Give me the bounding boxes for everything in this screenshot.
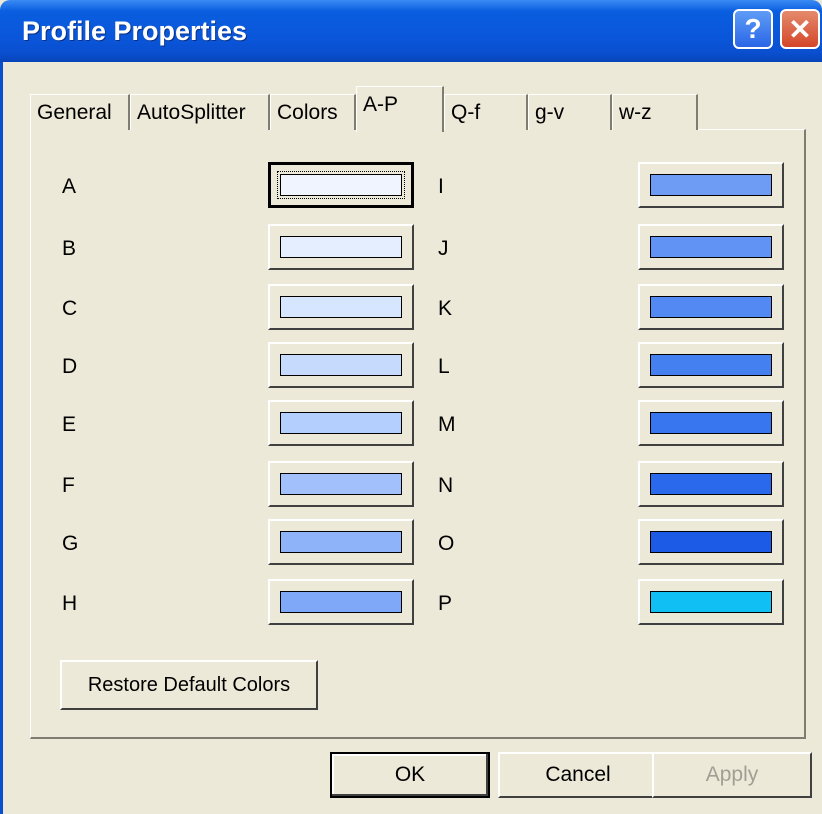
color-label-m: M	[438, 413, 456, 436]
color-label-e: E	[62, 413, 77, 436]
color-button-a[interactable]	[268, 162, 414, 208]
color-button-f[interactable]	[268, 461, 414, 507]
color-label-f: F	[62, 474, 75, 497]
color-swatch	[650, 473, 772, 495]
color-label-l: L	[438, 355, 450, 378]
help-icon[interactable]: ?	[733, 9, 773, 49]
color-button-e[interactable]	[268, 400, 414, 446]
tab-q-f[interactable]: Q-f	[444, 94, 528, 130]
tab-general[interactable]: General	[30, 94, 130, 130]
ok-button[interactable]: OK	[330, 752, 490, 798]
color-button-b[interactable]	[268, 224, 414, 270]
window-border	[0, 62, 3, 814]
color-swatch	[280, 531, 402, 553]
color-label-c: C	[62, 297, 78, 320]
close-icon[interactable]: ✕	[780, 9, 820, 49]
title-bar[interactable]: Profile Properties ? ✕	[0, 0, 822, 62]
color-swatch	[650, 591, 772, 613]
color-label-a: A	[62, 175, 77, 198]
color-button-m[interactable]	[638, 400, 784, 446]
color-swatch	[650, 412, 772, 434]
color-button-o[interactable]	[638, 519, 784, 565]
color-button-k[interactable]	[638, 284, 784, 330]
color-label-h: H	[62, 592, 78, 615]
color-label-b: B	[62, 237, 77, 260]
tab-autosplitter[interactable]: AutoSplitter	[130, 94, 270, 130]
color-button-l[interactable]	[638, 342, 784, 388]
color-label-n: N	[438, 474, 454, 497]
color-label-o: O	[438, 532, 455, 555]
color-swatch	[277, 171, 405, 199]
color-button-i[interactable]	[638, 162, 784, 208]
color-button-j[interactable]	[638, 224, 784, 270]
color-swatch	[280, 591, 402, 613]
cancel-button[interactable]: Cancel	[498, 752, 658, 798]
color-swatch	[650, 296, 772, 318]
color-swatch	[650, 531, 772, 553]
color-swatch	[650, 174, 772, 196]
color-swatch	[280, 296, 402, 318]
color-label-p: P	[438, 592, 453, 615]
profile-properties-dialog: Profile Properties ? ✕ General AutoSplit…	[0, 0, 822, 814]
color-label-g: G	[62, 532, 79, 555]
tab-g-v[interactable]: g-v	[528, 94, 612, 130]
color-button-g[interactable]	[268, 519, 414, 565]
color-swatch	[280, 236, 402, 258]
apply-button[interactable]: Apply	[652, 752, 812, 798]
color-label-i: I	[438, 175, 444, 198]
tab-colors[interactable]: Colors	[270, 94, 356, 130]
window-title: Profile Properties	[22, 16, 248, 46]
color-label-k: K	[438, 297, 453, 320]
color-button-c[interactable]	[268, 284, 414, 330]
color-button-h[interactable]	[268, 579, 414, 625]
color-button-n[interactable]	[638, 461, 784, 507]
color-swatch	[650, 354, 772, 376]
color-label-d: D	[62, 355, 78, 378]
tab-w-z[interactable]: w-z	[612, 94, 698, 130]
restore-default-colors-button[interactable]: Restore Default Colors	[60, 660, 318, 710]
color-swatch	[650, 236, 772, 258]
tab-a-p[interactable]: A-P	[356, 86, 444, 132]
color-label-j: J	[438, 237, 449, 260]
color-swatch	[280, 354, 402, 376]
color-swatch	[280, 473, 402, 495]
color-button-p[interactable]	[638, 579, 784, 625]
color-button-d[interactable]	[268, 342, 414, 388]
color-swatch	[280, 412, 402, 434]
